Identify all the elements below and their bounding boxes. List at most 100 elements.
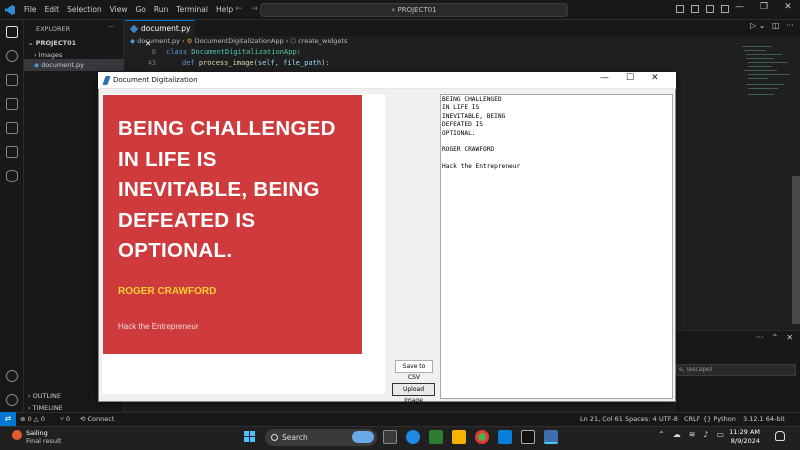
vscode-taskbar-icon[interactable] [498,430,512,444]
connect-button[interactable]: ⟲ Connect [80,415,114,423]
python-app-icon[interactable] [544,430,558,444]
line-number: 43 [147,59,156,67]
problems-indicator[interactable]: ⊗ 0 △ 0 [20,415,45,423]
edge-icon[interactable] [406,430,420,444]
battery-icon[interactable]: ▭ [717,430,725,439]
menu-help[interactable]: Help [212,0,237,20]
image-author: ROGER CRAWFORD [118,286,217,297]
timeline-section[interactable]: › TIMELINE [28,404,63,412]
search-icon [271,434,278,441]
file-explorer-icon[interactable] [452,430,466,444]
project-folder[interactable]: ⌄ PROJECT01 [28,39,76,47]
minimize-icon[interactable]: — [735,2,744,12]
python-file-icon: ◆ [130,37,135,45]
notification-bell-icon[interactable] [775,431,785,441]
system-tray: ⌃ ☁ ≋ ♪ ▭ [658,430,724,439]
app-window-controls: — ☐ ✕ [600,73,659,83]
ports-indicator[interactable]: ⑂ 0 [60,415,70,423]
tab-label: document.py [141,24,191,33]
outline-section[interactable]: › OUTLINE [28,392,61,400]
back-arrow-icon[interactable]: ← [235,4,243,14]
testing-icon[interactable] [6,146,18,158]
tree-item-document[interactable]: ◆ document.py [34,61,84,69]
language-label: Python [713,415,736,423]
ocr-text-content: BEING CHALLENGED IN LIFE IS INEVITABLE, … [442,96,521,171]
breadcrumb-method[interactable]: create_widgets [298,37,347,45]
menu-view[interactable]: View [106,0,132,20]
minimap[interactable] [740,44,795,104]
editor-scrollbar[interactable] [792,176,800,324]
language-mode[interactable]: {} Python [703,415,736,423]
errors-count: 0 [27,415,32,423]
menu-run[interactable]: Run [150,0,172,20]
app-minimize-icon[interactable]: — [600,73,609,83]
toggle-panel-icon[interactable] [691,5,699,13]
upload-image-button[interactable]: Upload Image [392,383,435,404]
customize-layout-icon[interactable] [721,5,729,13]
app-close-icon[interactable]: ✕ [651,73,659,83]
save-to-csv-button[interactable]: Save to CSV [395,360,433,381]
widgets-button[interactable]: Sailing Final result [26,429,61,445]
image-brand: Hack the Entrepreneur [118,322,199,331]
tab-bar [125,20,800,36]
search-icon[interactable] [6,50,18,62]
toggle-secondary-sidebar-icon[interactable] [706,5,714,13]
wifi-icon[interactable]: ≋ [689,430,696,439]
manage-gear-icon[interactable] [6,394,18,406]
python-interpreter[interactable]: 3.12.1 64-bit [743,415,785,423]
menu-edit[interactable]: Edit [41,0,64,20]
breadcrumb-class[interactable]: DocumentDigitalizationApp [195,37,284,45]
account-icon[interactable] [6,370,18,382]
weather-sailing-icon [12,430,22,440]
source-control-icon[interactable] [6,74,18,86]
outline-label: OUTLINE [32,392,62,400]
method-symbol-icon: ⬡ [290,37,297,45]
app-maximize-icon[interactable]: ☐ [626,73,634,83]
menu-file[interactable]: File [20,0,41,20]
volume-icon[interactable]: ♪ [703,430,708,439]
forward-arrow-icon[interactable]: → [251,4,259,14]
close-icon[interactable]: ✕ [784,2,792,12]
code-line[interactable]: 8 class DocumentDigitalizationApp: [130,48,301,56]
menu-terminal[interactable]: Terminal [172,0,212,20]
indentation[interactable]: Spaces: 4 [625,415,657,423]
more-actions-icon[interactable]: ··· [756,333,764,342]
more-actions-icon[interactable]: ··· [786,21,794,30]
breadcrumb: ◆ document.py › ⚙ DocumentDigitalization… [130,37,348,45]
app-title: Document Digitalization [113,76,198,84]
explorer-icon[interactable] [6,26,18,38]
windows-start-icon[interactable] [243,430,257,444]
split-editor-icon[interactable]: ◫ [772,21,780,30]
command-center-search[interactable]: ⌕ PROJECT01 [260,3,568,17]
restore-icon[interactable]: ❐ [760,2,768,12]
breadcrumb-file[interactable]: document.py [137,37,180,45]
clock-date: 8/9/2024 [730,437,760,445]
menu-go[interactable]: Go [131,0,149,20]
menu-selection[interactable]: Selection [63,0,106,20]
cursor-position[interactable]: Ln 21, Col 61 [580,415,623,423]
maximize-panel-icon[interactable]: ⌃ [772,333,779,342]
clock[interactable]: 11:29 AM 8/9/2024 [724,428,760,446]
remote-indicator-icon[interactable]: ⇌ [0,412,16,426]
extensions-icon[interactable] [6,122,18,134]
database-icon[interactable] [6,170,18,182]
terminal-icon[interactable] [521,430,535,444]
line-ending[interactable]: CRLF [684,415,700,423]
explorer-more-icon[interactable]: ··· [108,23,114,31]
panel-input[interactable]: e, \escape) [676,364,796,376]
store-icon[interactable] [429,430,443,444]
task-view-icon[interactable] [383,430,397,444]
tree-item-images[interactable]: › Images [34,51,62,59]
toggle-sidebar-icon[interactable] [676,5,684,13]
code-line[interactable]: 43 def process_image(self, file_path): [130,59,330,67]
cloud-icon[interactable]: ☁ [673,430,681,439]
run-python-icon[interactable]: ▷ ⌄ [750,21,765,30]
chrome-icon[interactable] [475,430,489,444]
clock-time: 11:29 AM [729,428,760,436]
run-debug-icon[interactable] [6,98,18,110]
encoding[interactable]: UTF-8 [659,415,678,423]
class-symbol-icon: ⚙ [186,37,193,45]
status-bar [0,412,800,426]
chevron-up-icon[interactable]: ⌃ [658,430,665,439]
close-panel-icon[interactable]: ✕ [786,333,793,342]
